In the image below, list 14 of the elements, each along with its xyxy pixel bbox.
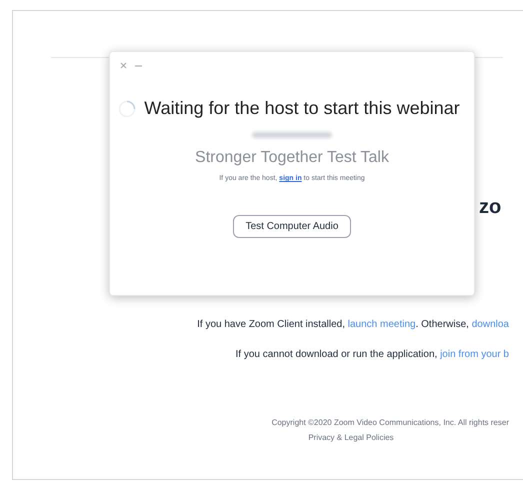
logo-text: zo [479, 197, 502, 217]
minimize-icon[interactable] [135, 64, 142, 66]
link[interactable]: join from your b [440, 349, 509, 360]
info-sentence: If you have Zoom Client installed, launch meeting. Otherwise, downloa [197, 318, 509, 332]
copyright-text: Copyright ©2020 Zoom Video Communications, Inc. All rights reser [272, 417, 509, 429]
close-icon[interactable] [120, 62, 127, 69]
link[interactable]: downloa [472, 319, 509, 330]
info-sentence: If you cannot download or run the application, join from your b [235, 348, 509, 362]
privacy-link[interactable]: Privacy & Legal Policies [308, 432, 394, 444]
link[interactable]: launch meeting [348, 319, 416, 330]
dialog-title: Waiting for the host to start this webinar [144, 97, 460, 120]
spinner-icon [118, 100, 136, 118]
meeting-topic: Stronger Together Test Talk [194, 148, 390, 168]
test-audio-button[interactable]: Test Computer Audio [232, 214, 352, 238]
